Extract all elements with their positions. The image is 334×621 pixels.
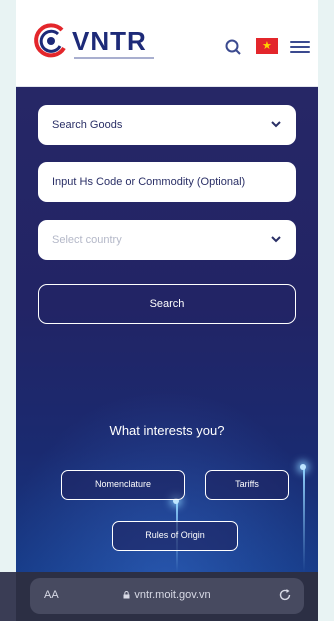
hs-code-placeholder: Input Hs Code or Commodity (Optional) — [52, 176, 246, 188]
lock-icon — [123, 591, 130, 599]
reload-icon[interactable] — [278, 588, 292, 602]
goods-select[interactable]: Search Goods — [38, 105, 296, 145]
language-flag-icon[interactable]: ★ — [256, 38, 278, 54]
search-icon[interactable] — [224, 38, 244, 56]
url-pill[interactable]: AA vntr.moit.gov.vn — [30, 578, 304, 614]
url-display[interactable]: vntr.moit.gov.vn — [30, 589, 304, 601]
search-button[interactable]: Search — [38, 284, 296, 324]
interests-heading: What interests you? — [109, 423, 225, 438]
country-select-placeholder: Select country — [52, 234, 122, 246]
logo-text: VNTR — [72, 26, 147, 56]
vntr-logo[interactable]: VNTR — [32, 22, 182, 68]
interest-tariffs-button[interactable]: Tariffs — [205, 470, 289, 500]
decorative-light-line — [303, 466, 305, 572]
interest-nomenclature-button[interactable]: Nomenclature — [61, 470, 185, 500]
goods-select-value: Search Goods — [52, 119, 123, 131]
country-select[interactable]: Select country — [38, 220, 296, 260]
interest-rules-of-origin-button[interactable]: Rules of Origin — [112, 521, 238, 551]
url-text: vntr.moit.gov.vn — [134, 589, 211, 601]
phone-screen: VNTR ★ Search Goods Input Hs Code or Com… — [16, 0, 318, 621]
menu-icon[interactable] — [290, 38, 310, 56]
browser-address-bar: AA vntr.moit.gov.vn — [16, 572, 318, 621]
logo-mark-icon — [34, 23, 66, 58]
site-header: VNTR ★ — [16, 0, 318, 87]
decorative-spark — [300, 464, 306, 470]
flag-star-icon: ★ — [262, 39, 272, 52]
chevron-down-icon — [271, 236, 281, 243]
hs-code-input[interactable]: Input Hs Code or Commodity (Optional) — [38, 162, 296, 202]
logo-tagline — [74, 57, 154, 59]
browser-bar-edge — [0, 572, 16, 621]
chevron-down-icon — [271, 121, 281, 128]
